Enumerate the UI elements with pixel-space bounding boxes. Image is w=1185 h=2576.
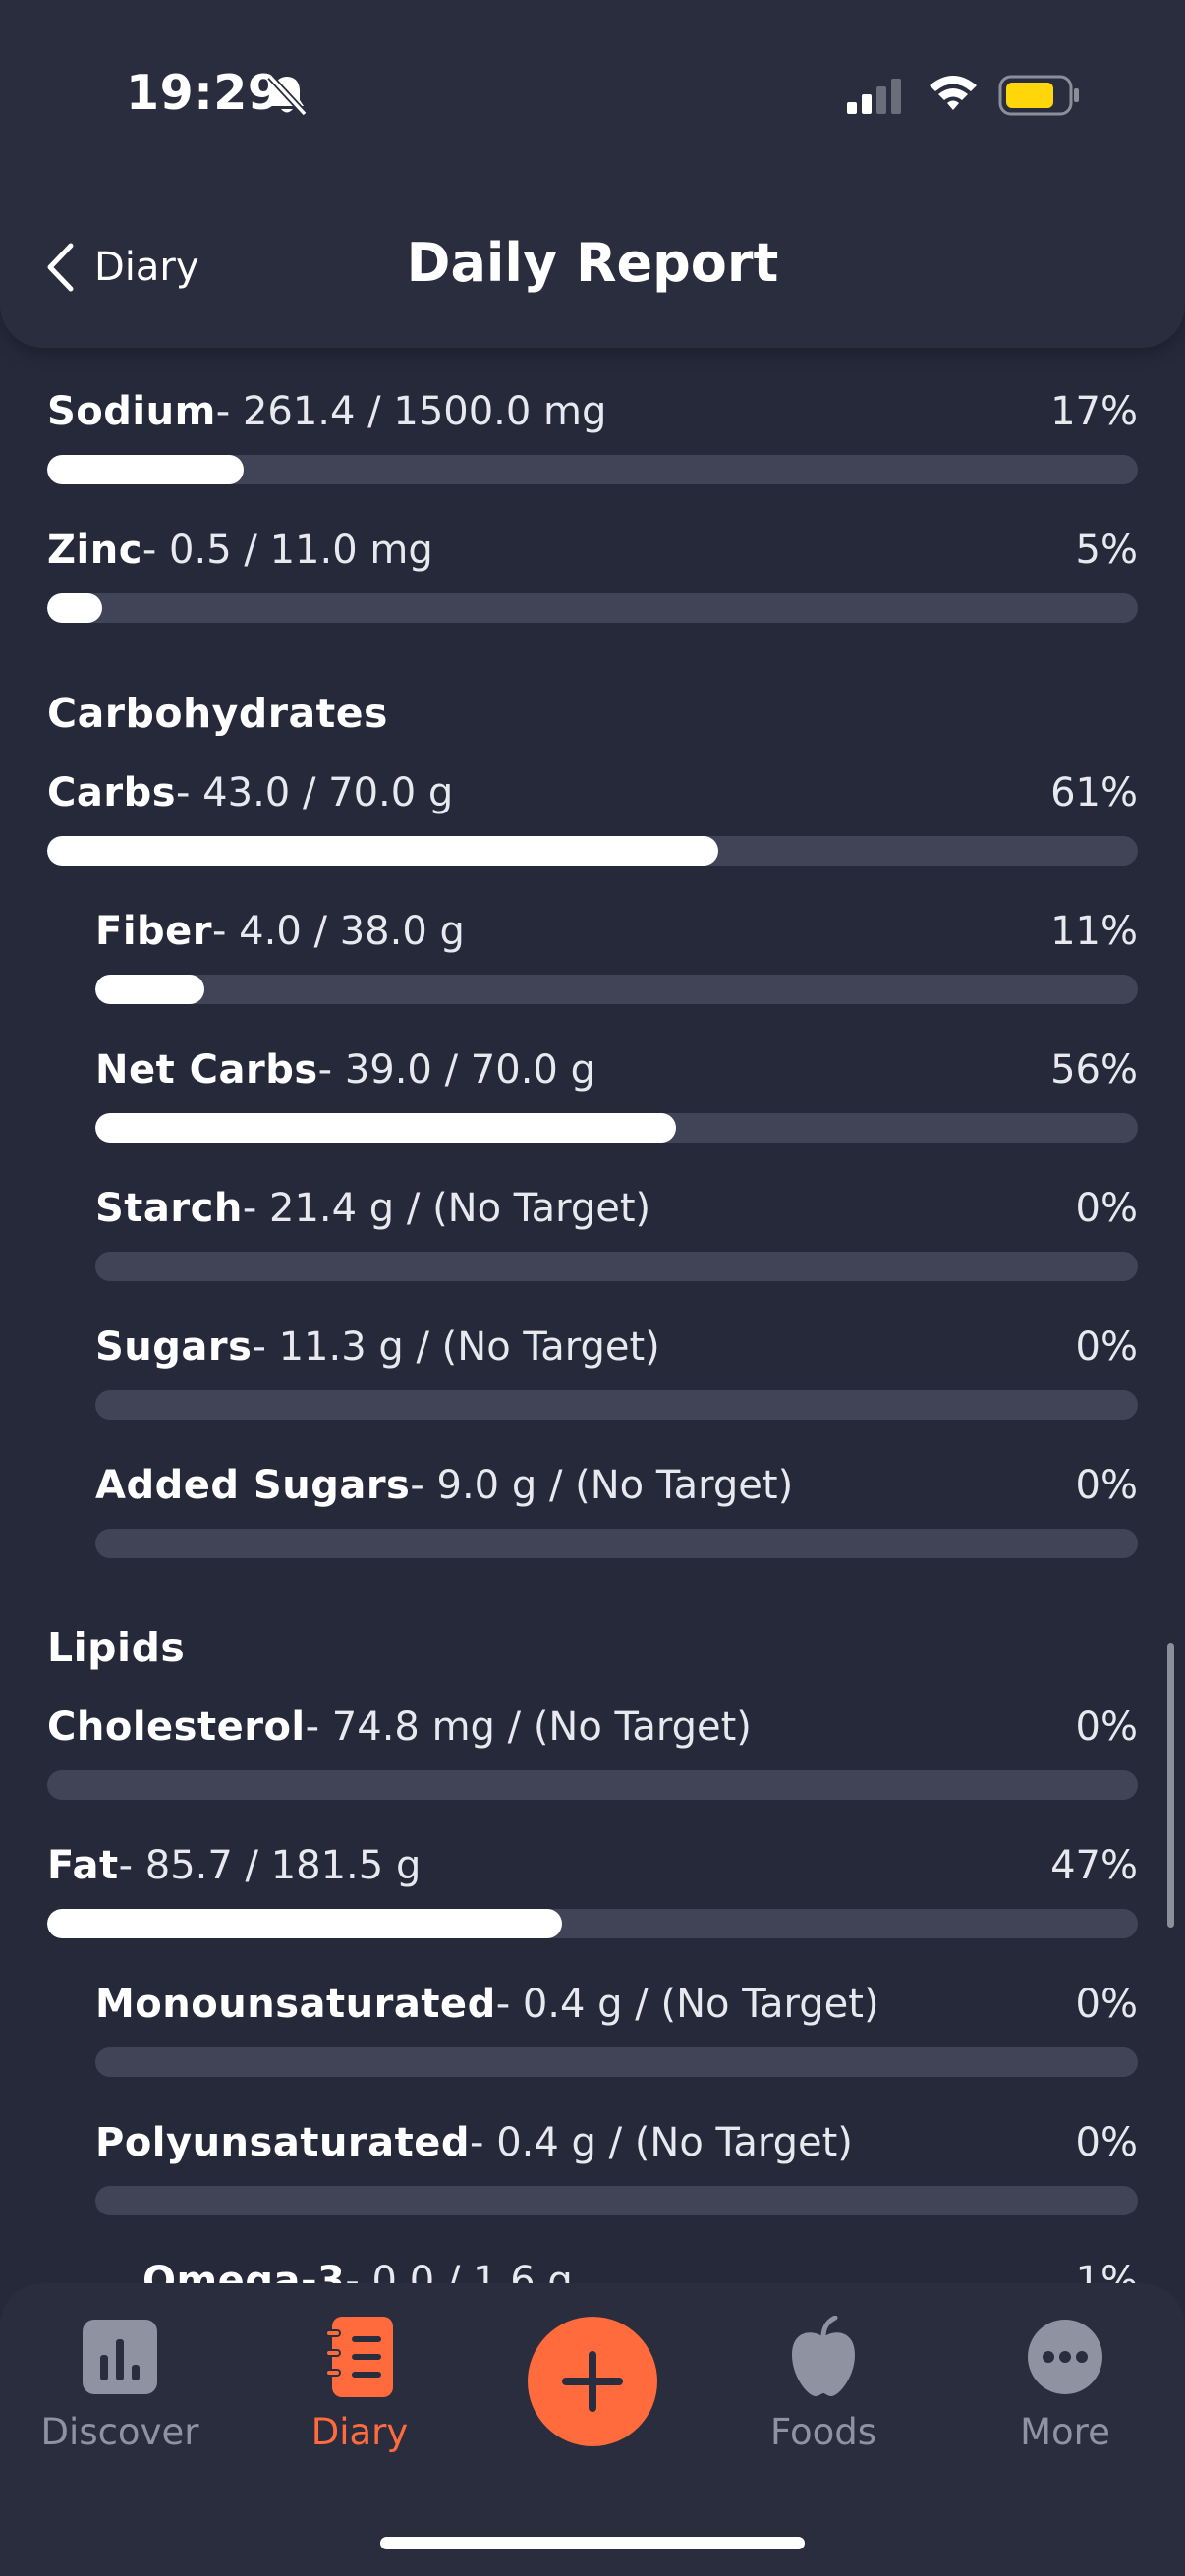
apple-icon [792,2316,855,2396]
section-heading-carbohydrates: Carbohydrates [47,690,388,737]
progress-fill [47,593,102,623]
nutrient-percent: 47% [1050,1843,1138,1888]
nutrient-row-carbs: Carbs- 43.0 / 70.0 g 61% [47,770,1138,866]
nutrient-row-omega-3: Omega-3- 0.0 / 1.6 g 1% [142,2259,1138,2283]
nutrient-percent: 11% [1050,909,1138,954]
progress-track [95,2186,1138,2215]
nutrient-row-starch: Starch- 21.4 g / (No Target) 0% [95,1186,1138,1281]
status-time: 19:29 [126,65,282,121]
progress-track [95,975,1138,1004]
nutrient-detail: - 9.0 g / (No Target) [410,1463,794,1508]
nutrient-name: Polyunsaturated [95,2120,471,2165]
signal-icon [847,79,901,114]
nutrient-detail: - 0.0 / 1.6 g [345,2259,573,2283]
nutrient-row-sodium: Sodium- 261.4 / 1500.0 mg 17% [47,389,1138,484]
tab-label: Foods [769,2411,876,2453]
tab-discover[interactable]: Discover [12,2313,228,2453]
nutrient-detail: - 74.8 mg / (No Target) [305,1705,752,1750]
bell-slash-icon [267,74,308,117]
tab-label: Diary [310,2411,409,2453]
nutrient-percent: 56% [1050,1047,1138,1092]
nutrient-percent: 0% [1075,1324,1138,1370]
nutrient-name: Sugars [95,1324,253,1370]
progress-fill [47,455,244,484]
wifi-icon [930,76,977,110]
nutrient-name: Omega-3 [142,2259,346,2283]
nutrient-row-added-sugars: Added Sugars- 9.0 g / (No Target) 0% [95,1463,1138,1558]
nutrient-percent: 0% [1075,1982,1138,2027]
add-button[interactable] [528,2317,657,2446]
home-indicator [380,2537,805,2549]
nutrient-detail: - 0.4 g / (No Target) [495,1982,879,2027]
nutrient-row-cholesterol: Cholesterol- 74.8 mg / (No Target) 0% [47,1705,1138,1800]
nutrient-row-fiber: Fiber- 4.0 / 38.0 g 11% [95,909,1138,1004]
progress-track [47,455,1138,484]
progress-track [95,2047,1138,2077]
nutrient-row-polyunsaturated: Polyunsaturated- 0.4 g / (No Target) 0% [95,2120,1138,2215]
nutrient-detail: - 0.4 g / (No Target) [470,2120,853,2165]
header: 19:29 Diary Daily Report [0,0,1185,348]
nutrient-percent: 0% [1075,2120,1138,2165]
nutrient-name: Starch [95,1186,243,1231]
nutrient-name: Cholesterol [47,1705,306,1750]
progress-track [47,593,1138,623]
status-bar: 19:29 [0,0,1185,187]
nutrient-row-net-carbs: Net Carbs- 39.0 / 70.0 g 56% [95,1047,1138,1143]
progress-track [95,1390,1138,1420]
progress-track [47,1770,1138,1800]
nutrient-detail: - 4.0 / 38.0 g [212,909,465,954]
progress-fill [47,1909,562,1938]
nutrient-detail: - 0.5 / 11.0 mg [141,528,433,573]
nutrient-row-fat: Fat- 85.7 / 181.5 g 47% [47,1843,1138,1938]
tab-label: Discover [40,2411,199,2453]
progress-fill [95,975,205,1004]
nutrient-detail: - 85.7 / 181.5 g [118,1843,422,1888]
tab-label: More [1020,2411,1110,2453]
progress-track [95,1113,1138,1143]
progress-track [95,1529,1138,1558]
screen: 19:29 Diary Daily Report Sodium- 261.4 /… [0,0,1185,2576]
progress-track [47,1909,1138,1938]
nutrient-name: Zinc [47,528,142,573]
nutrient-percent: 5% [1075,528,1138,573]
progress-fill [47,836,718,866]
bar-chart-icon [83,2320,157,2394]
nutrient-name: Sodium [47,389,216,434]
nutrient-name: Fiber [95,909,213,954]
nutrient-percent: 1% [1075,2259,1138,2283]
nutrient-detail: - 261.4 / 1500.0 mg [215,389,607,434]
tab-more[interactable]: More [957,2313,1173,2453]
tab-foods[interactable]: Foods [715,2313,931,2453]
scrollbar[interactable] [1167,1643,1174,1928]
report-content[interactable]: Sodium- 261.4 / 1500.0 mg 17% Zinc- 0.5 … [0,348,1185,2283]
nutrient-percent: 0% [1075,1705,1138,1750]
progress-track [47,836,1138,866]
battery-icon [998,75,1079,116]
nutrient-row-sugars: Sugars- 11.3 g / (No Target) 0% [95,1324,1138,1420]
section-heading-lipids: Lipids [47,1624,186,1671]
nutrient-row-monounsaturated: Monounsaturated- 0.4 g / (No Target) 0% [95,1982,1138,2077]
notebook-icon [325,2317,393,2397]
nutrient-percent: 61% [1050,770,1138,815]
nutrient-name: Net Carbs [95,1047,318,1092]
page-title: Daily Report [406,232,779,294]
nutrient-detail: - 11.3 g / (No Target) [252,1324,660,1370]
nutrient-percent: 0% [1075,1463,1138,1508]
nutrient-name: Monounsaturated [95,1982,496,2027]
nutrient-detail: - 43.0 / 70.0 g [176,770,454,815]
nutrient-name: Carbs [47,770,177,815]
nutrient-name: Fat [47,1843,119,1888]
progress-track [95,1252,1138,1281]
plus-icon [562,2351,623,2412]
nutrient-row-zinc: Zinc- 0.5 / 11.0 mg 5% [47,528,1138,623]
more-dots-icon [1028,2320,1102,2394]
nutrient-percent: 0% [1075,1186,1138,1231]
nutrient-detail: - 39.0 / 70.0 g [317,1047,595,1092]
tab-diary[interactable]: Diary [252,2313,468,2453]
nutrient-percent: 17% [1050,389,1138,434]
nutrient-detail: - 21.4 g / (No Target) [242,1186,651,1231]
nutrient-name: Added Sugars [95,1463,411,1508]
progress-fill [95,1113,676,1143]
